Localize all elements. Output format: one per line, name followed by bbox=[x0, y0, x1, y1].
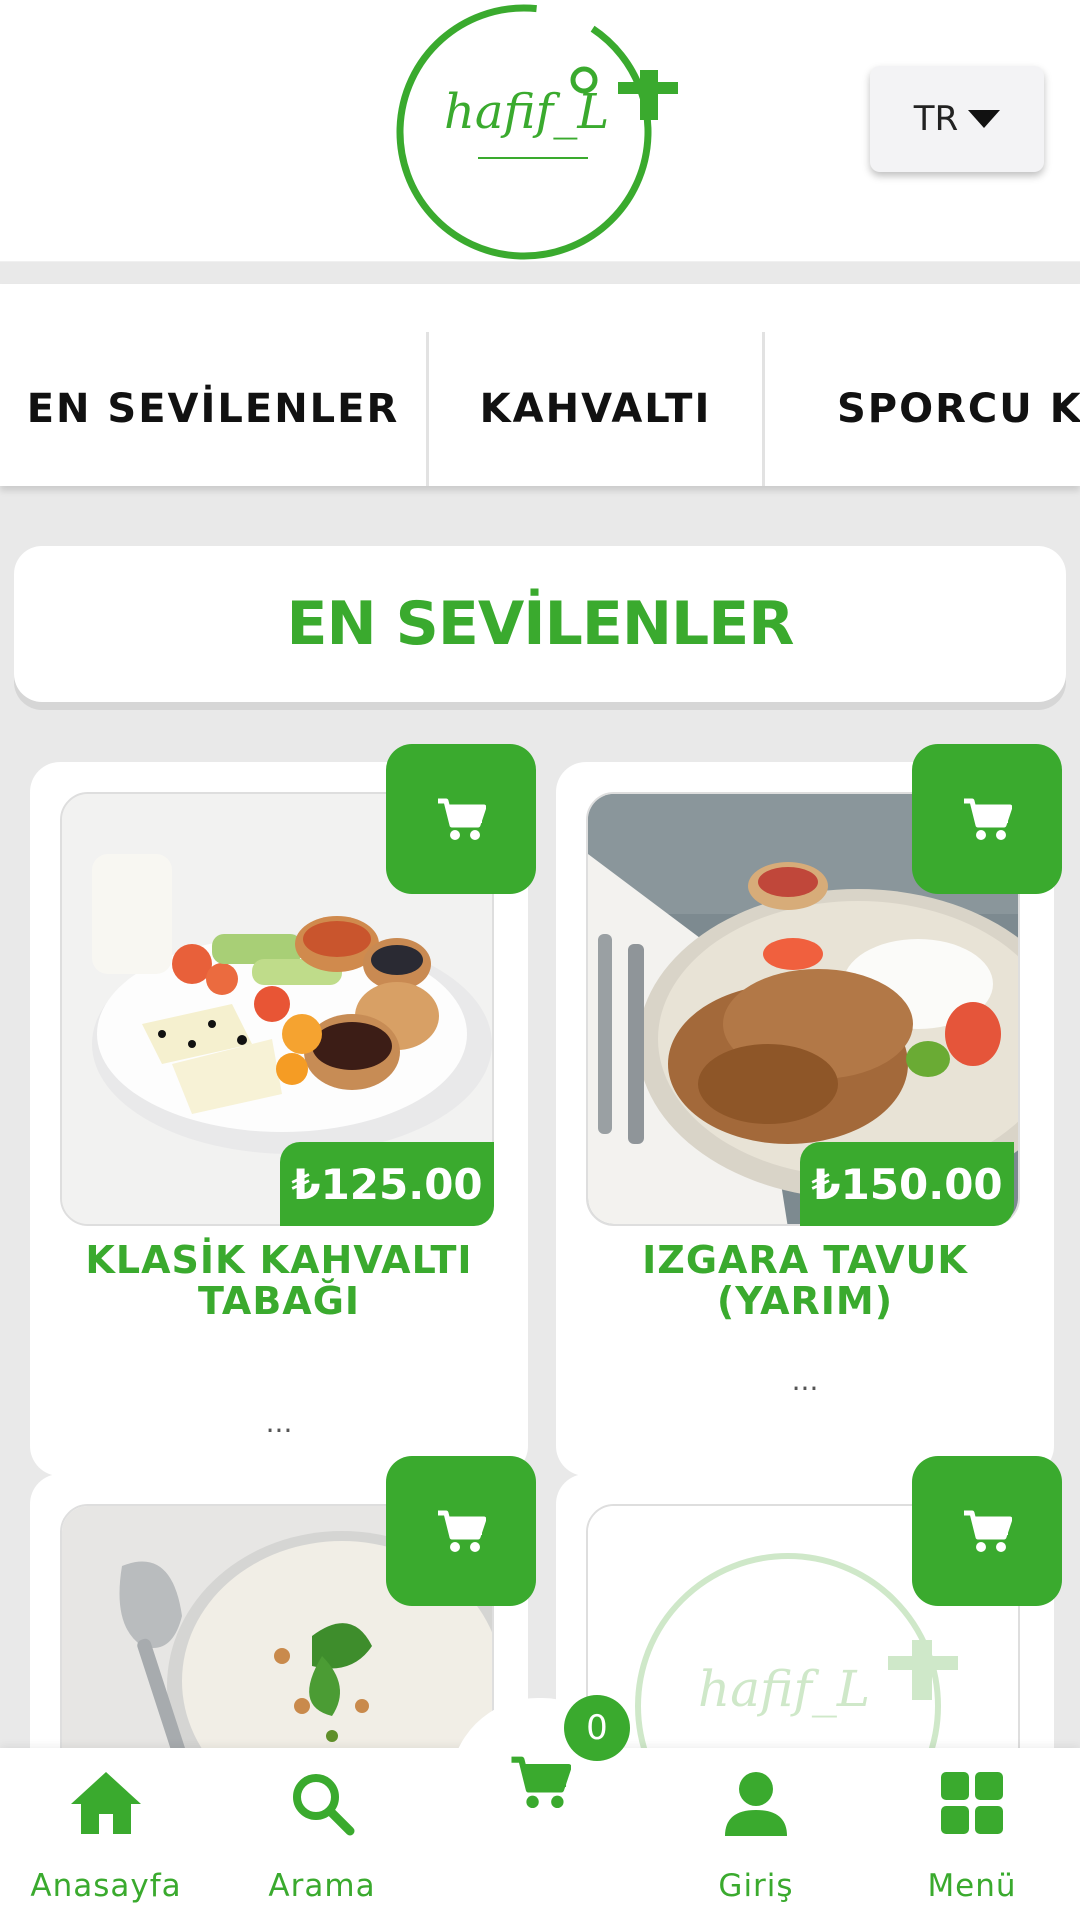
cart-count-badge: 0 bbox=[564, 1695, 630, 1761]
section-title: EN SEVİLENLER bbox=[14, 546, 1066, 702]
product-name[interactable]: IZGARA TAVUK (YARIM) bbox=[596, 1240, 1014, 1322]
product-description: ... bbox=[791, 1364, 819, 1397]
add-to-cart-button[interactable] bbox=[386, 1456, 536, 1606]
nav-home[interactable]: Anasayfa bbox=[6, 1748, 206, 1920]
add-to-cart-button[interactable] bbox=[386, 744, 536, 894]
tab-kahvalti[interactable]: KAHVALTI bbox=[429, 332, 762, 486]
tab-sporcu-kahvaltisi[interactable]: SPORCU KAHVALTISI bbox=[765, 332, 1080, 486]
nav-login[interactable]: Giriş bbox=[656, 1748, 856, 1920]
language-selector[interactable]: TR bbox=[870, 66, 1044, 172]
tab-en-sevilenler[interactable]: EN SEVİLENLER bbox=[0, 332, 426, 486]
language-label: TR bbox=[913, 99, 959, 139]
header: hafif_L TR bbox=[0, 0, 1080, 262]
product-name[interactable]: KLASİK KAHVALTI TABAĞI bbox=[70, 1240, 488, 1322]
user-icon bbox=[725, 1772, 787, 1836]
cart-icon bbox=[511, 1756, 571, 1809]
home-icon bbox=[71, 1772, 141, 1834]
product-price: ₺125.00 bbox=[280, 1142, 494, 1226]
product-price: ₺150.00 bbox=[800, 1142, 1014, 1226]
cart-icon bbox=[438, 1510, 486, 1552]
add-to-cart-button[interactable] bbox=[912, 744, 1062, 894]
caret-down-icon bbox=[968, 110, 1001, 128]
svg-text:hafif_L: hafif_L bbox=[698, 1660, 870, 1718]
cart-icon bbox=[438, 798, 486, 840]
cart-icon bbox=[964, 1510, 1012, 1552]
category-tabs: EN SEVİLENLER KAHVALTI SPORCU KAHVALTISI bbox=[0, 284, 1080, 486]
grid-icon bbox=[941, 1772, 1003, 1834]
search-icon bbox=[293, 1774, 355, 1836]
cart-icon bbox=[964, 798, 1012, 840]
brand-logo[interactable]: hafif_L bbox=[378, 0, 698, 262]
nav-search[interactable]: Arama bbox=[222, 1748, 422, 1920]
nav-menu[interactable]: Menü bbox=[872, 1748, 1072, 1920]
product-description: ... bbox=[265, 1406, 293, 1439]
add-to-cart-button[interactable] bbox=[912, 1456, 1062, 1606]
